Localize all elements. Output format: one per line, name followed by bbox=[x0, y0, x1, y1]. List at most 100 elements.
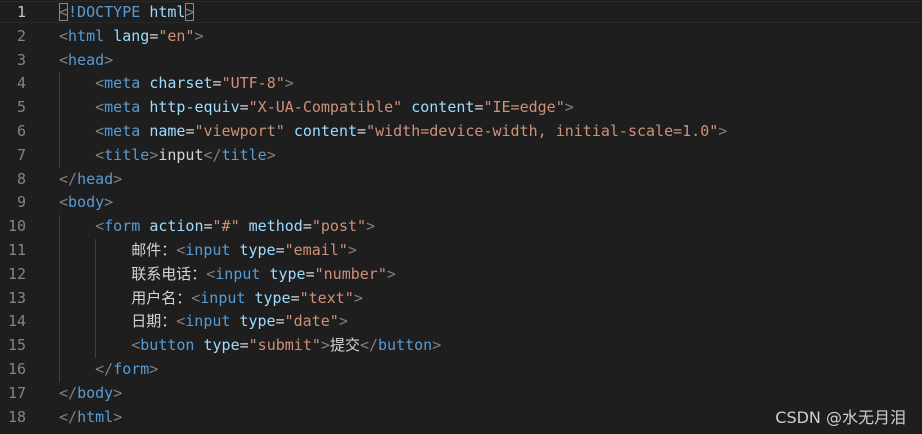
code-token: "en" bbox=[158, 26, 195, 45]
indent-guide bbox=[59, 143, 60, 168]
code-token: = bbox=[305, 264, 315, 283]
code-area[interactable]: <!DOCTYPE html> <html lang="en"> <head> <m… bbox=[59, 1, 909, 429]
code-line[interactable]: <meta name="viewport" content="width=dev… bbox=[59, 119, 909, 144]
indent-guide bbox=[59, 238, 60, 263]
code-line[interactable]: <button type="submit">提交</button> bbox=[59, 334, 909, 358]
code-token: content bbox=[293, 121, 358, 140]
code-token: = bbox=[275, 240, 285, 259]
indent-guide bbox=[95, 262, 97, 287]
code-token: < bbox=[95, 217, 105, 236]
code-token: > bbox=[353, 288, 363, 307]
code-token: > bbox=[718, 121, 728, 140]
code-token: < bbox=[176, 240, 186, 259]
indent-guide bbox=[59, 310, 60, 335]
code-token: > bbox=[347, 240, 357, 259]
code-token: body bbox=[77, 383, 114, 402]
code-token: meta bbox=[104, 98, 141, 117]
code-token: < bbox=[191, 288, 201, 307]
line-number: 18 bbox=[7, 407, 26, 426]
code-line[interactable]: <meta charset="UTF-8"> bbox=[59, 72, 909, 97]
code-token: = bbox=[302, 217, 312, 236]
code-token: 邮件： bbox=[59, 240, 177, 259]
code-token: http-equiv bbox=[149, 98, 240, 117]
code-token: "submit" bbox=[248, 336, 321, 355]
code-line[interactable]: 联系电话：<input type="number"> bbox=[59, 262, 909, 287]
indent-guide bbox=[95, 310, 97, 335]
line-number: 10 bbox=[7, 217, 26, 236]
code-token: !DOCTYPE bbox=[68, 3, 141, 21]
code-line[interactable]: <form action="#" method="post"> bbox=[59, 215, 909, 239]
code-token: </ bbox=[359, 336, 379, 355]
code-token: > bbox=[194, 26, 204, 45]
line-number-gutter: 1 2 3 4 5 6 7 8 9 10 11 12 13 14 15 16 17 18 bbox=[0, 1, 40, 429]
code-token: </ bbox=[59, 407, 78, 426]
code-token: > bbox=[113, 169, 123, 188]
line-number: 8 bbox=[16, 169, 26, 188]
code-line[interactable]: <!DOCTYPE html> bbox=[59, 1, 909, 25]
code-token: > bbox=[104, 193, 114, 212]
code-token: > bbox=[320, 336, 330, 355]
watermark: CSDN @水无月泪 bbox=[775, 408, 906, 427]
code-token: "IE=edge" bbox=[483, 98, 565, 117]
code-line[interactable]: 用户名：<input type="text"> bbox=[59, 286, 909, 311]
code-token: input bbox=[185, 240, 231, 259]
code-token: < bbox=[131, 336, 141, 355]
code-token: < bbox=[95, 145, 105, 164]
indent-guide bbox=[59, 286, 60, 311]
code-line[interactable]: </form> bbox=[59, 357, 909, 382]
code-line[interactable]: <title>input</title> bbox=[59, 143, 909, 168]
line-number: 9 bbox=[16, 193, 26, 212]
code-token: type bbox=[239, 312, 276, 331]
code-token: 用户名： bbox=[59, 288, 192, 307]
code-token: = bbox=[212, 74, 222, 93]
code-token: > bbox=[338, 312, 348, 331]
code-line[interactable]: 邮件：<input type="email"> bbox=[59, 238, 909, 263]
line-number: 11 bbox=[7, 240, 26, 259]
code-token: < bbox=[176, 312, 186, 331]
indent-guide bbox=[59, 357, 60, 382]
code-token: < bbox=[95, 98, 105, 117]
code-line[interactable]: <head> bbox=[59, 49, 909, 73]
indent-guide bbox=[59, 72, 60, 97]
code-editor[interactable]: 1 2 3 4 5 6 7 8 9 10 11 12 13 14 15 16 17 18 <!DOCTYPE ht… bbox=[0, 0, 922, 434]
code-token: button bbox=[140, 336, 195, 355]
code-token: input bbox=[185, 312, 231, 331]
code-token: meta bbox=[104, 121, 141, 140]
code-token: "text" bbox=[299, 288, 354, 307]
bracket-match: < bbox=[59, 3, 69, 21]
code-line[interactable]: 日期：<input type="date"> bbox=[59, 310, 909, 335]
code-token: type bbox=[269, 264, 306, 283]
code-line[interactable]: <meta http-equiv="X-UA-Compatible" conte… bbox=[59, 96, 909, 120]
code-token: "email" bbox=[284, 240, 348, 259]
code-token: charset bbox=[149, 74, 213, 93]
code-token: form bbox=[104, 217, 141, 236]
code-line[interactable]: <html lang="en"> bbox=[59, 25, 909, 49]
code-token: < bbox=[95, 74, 105, 93]
line-number: 16 bbox=[7, 359, 26, 378]
line-number: 15 bbox=[7, 336, 26, 355]
indent-guide bbox=[59, 334, 60, 358]
code-token: > bbox=[266, 145, 276, 164]
code-line[interactable]: <body> bbox=[59, 191, 909, 215]
code-token: button bbox=[378, 336, 433, 355]
code-token: > bbox=[284, 74, 294, 93]
code-token: body bbox=[68, 193, 105, 212]
code-token: 联系电话： bbox=[59, 264, 207, 283]
line-number: 1 bbox=[16, 3, 26, 21]
code-line[interactable]: </head> bbox=[59, 168, 909, 192]
code-token: < bbox=[206, 264, 216, 283]
code-token: form bbox=[113, 359, 150, 378]
code-token: > bbox=[113, 407, 123, 426]
code-line[interactable]: </body> bbox=[59, 382, 909, 406]
